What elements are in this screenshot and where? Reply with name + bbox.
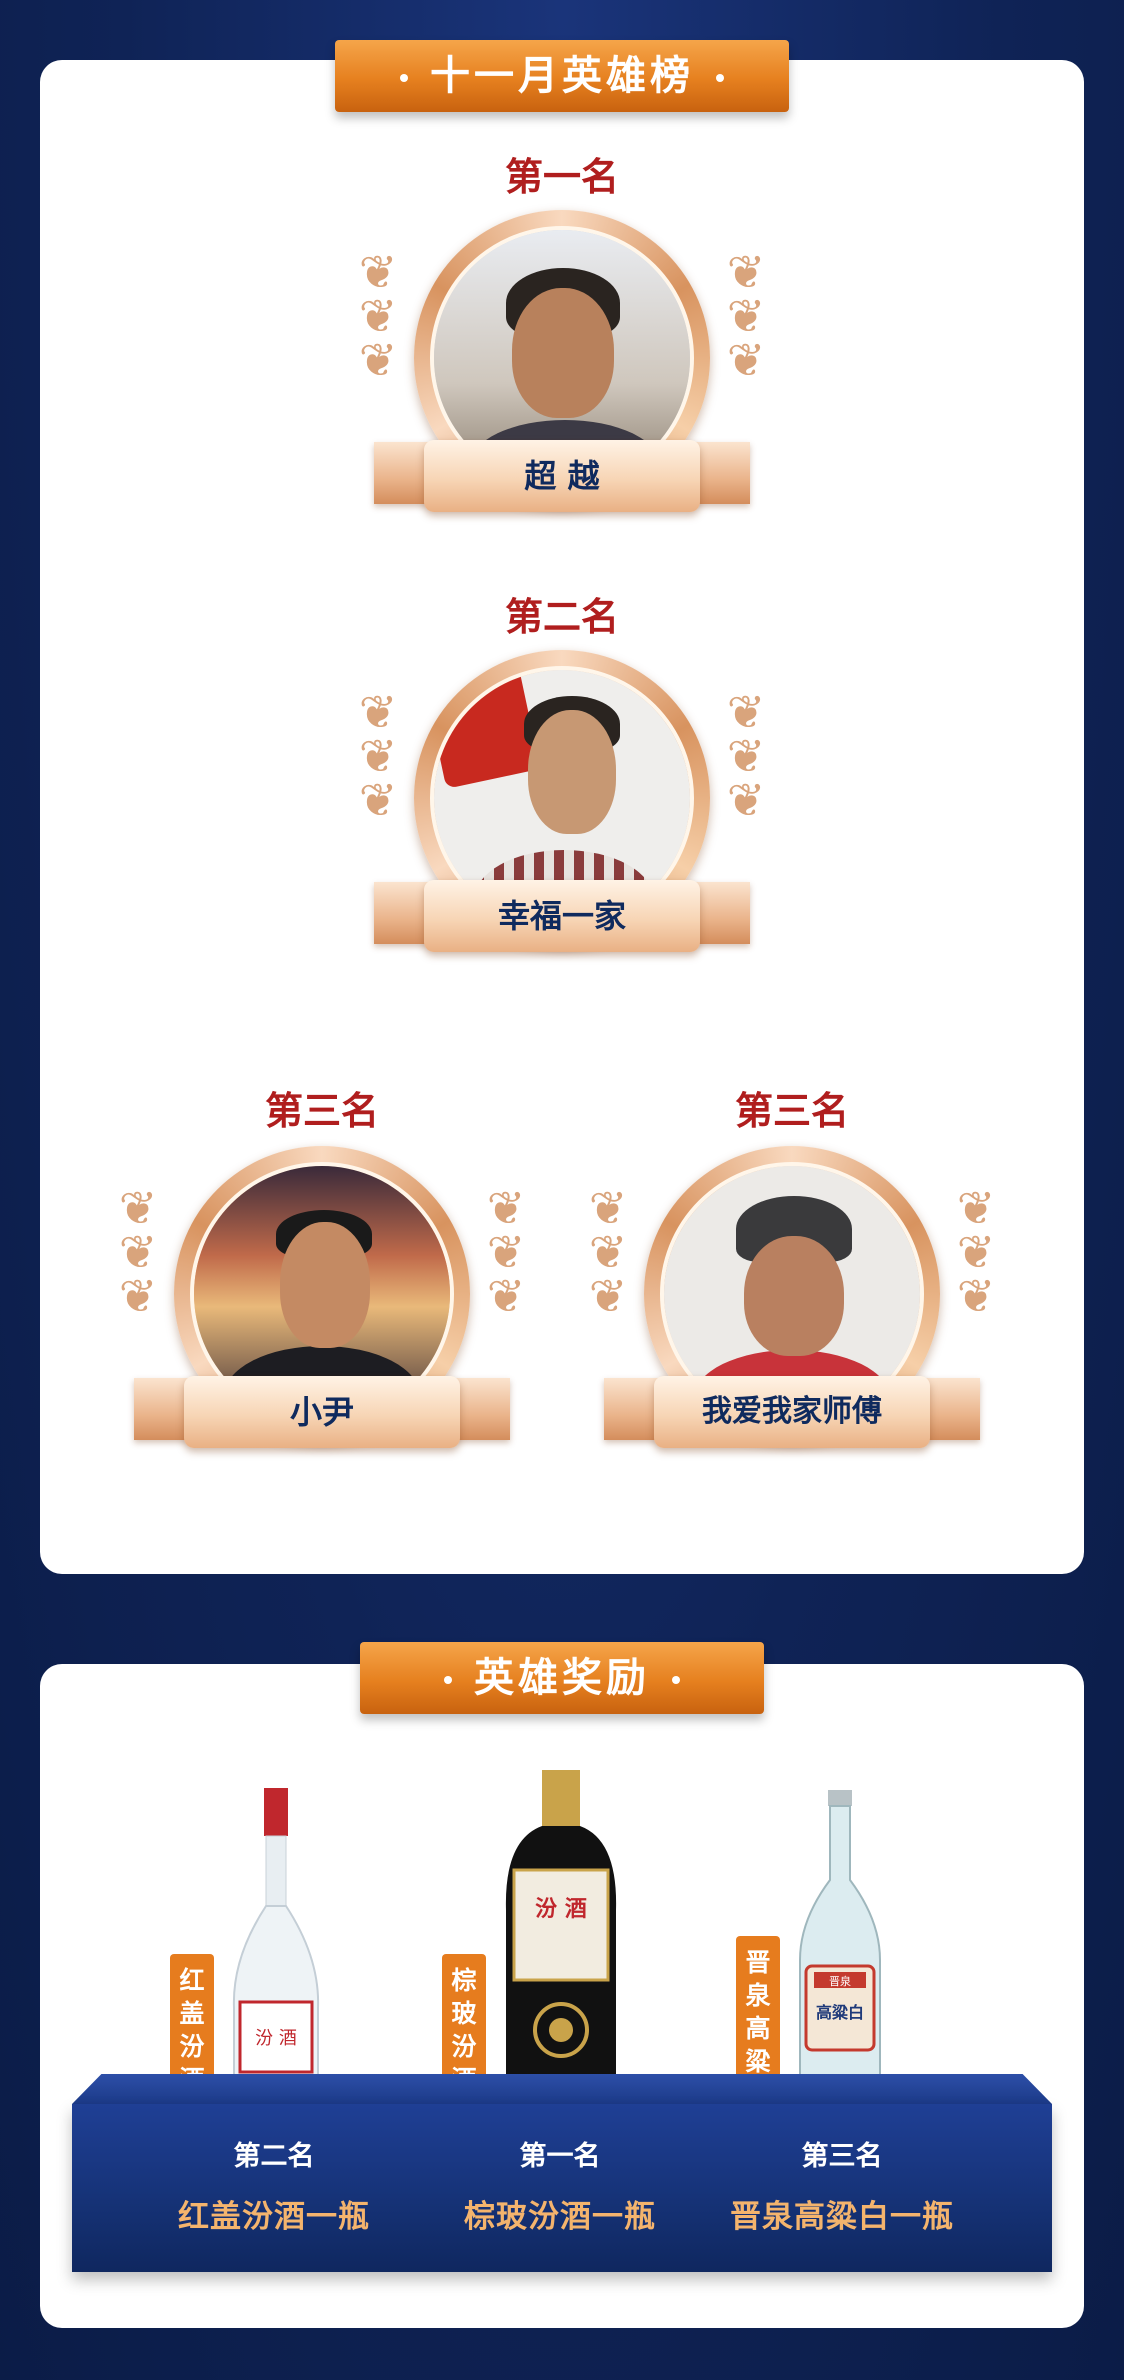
bottle-jinquan: 晋泉 高粱白 (799, 1790, 881, 2097)
prize-first: 第一名 棕玻汾酒一瓶 (410, 2134, 710, 2236)
rewards-banner: 英雄奖励 (360, 1642, 764, 1714)
laurel-icon: ❦ ❦ ❦ (358, 685, 398, 827)
medal-third-a: ❦ ❦ ❦ ❦ ❦ ❦ 小尹 (110, 1146, 534, 1456)
rewards-card: 英雄奖励 红盖汾酒 汾 酒 棕玻汾酒 汾 酒 晋泉高粱白 (40, 1642, 1084, 2328)
heroes-banner: 十一月英雄榜 (335, 40, 789, 112)
laurel-icon: ❦ ❦ ❦ (486, 1181, 526, 1323)
hero-name-third-a: 小尹 (184, 1376, 460, 1448)
laurel-icon: ❦ ❦ ❦ (726, 245, 766, 387)
hero-name-second: 幸福一家 (424, 880, 700, 952)
prize-third: 第三名 晋泉高粱白一瓶 (692, 2134, 992, 2236)
bottle-brown-glass: 汾 酒 (505, 1770, 617, 2096)
rank-title-third-b: 第三名 (734, 1089, 849, 1133)
dot-icon (444, 1676, 452, 1684)
rank-title-third-a: 第三名 (264, 1089, 379, 1133)
prize-name: 晋泉高粱白一瓶 (730, 2199, 954, 2235)
rank-title-second: 第二名 (504, 595, 619, 639)
dot-icon (400, 74, 408, 82)
podium-top (72, 2074, 1052, 2104)
prize-rank: 第三名 (801, 2141, 883, 2172)
laurel-icon: ❦ ❦ ❦ (956, 1181, 996, 1323)
laurel-icon: ❦ ❦ ❦ (358, 245, 398, 387)
prize-rank: 第二名 (233, 2141, 315, 2172)
bottle-label-text: 汾 酒 (535, 1897, 587, 1922)
prize-name: 红盖汾酒一瓶 (178, 2199, 370, 2235)
medal-second: ❦ ❦ ❦ ❦ ❦ ❦ 幸福一家 (350, 650, 774, 960)
heroes-card: 十一月英雄榜 第一名 ❦ ❦ ❦ ❦ ❦ ❦ 超 越 第二名 ❦ ❦ ❦ ❦ ❦ ❦ (40, 40, 1084, 1574)
page: 十一月英雄榜 第一名 ❦ ❦ ❦ ❦ ❦ ❦ 超 越 第二名 ❦ ❦ ❦ ❦ ❦ ❦ (0, 0, 1124, 2380)
hero-name-first: 超 越 (424, 440, 700, 512)
prize-rank: 第一名 (519, 2141, 601, 2172)
medal-first: ❦ ❦ ❦ ❦ ❦ ❦ 超 越 (350, 210, 774, 520)
dot-icon (716, 74, 724, 82)
heroes-title: 十一月英雄榜 (430, 53, 694, 99)
prize-second: 第二名 红盖汾酒一瓶 (124, 2134, 424, 2236)
prize-name: 棕玻汾酒一瓶 (464, 2199, 656, 2235)
rank-title-first: 第一名 (504, 155, 619, 199)
bottle-label-brand: 晋泉 (829, 1974, 851, 1988)
bottle-red-cap: 汾 酒 (232, 1788, 320, 2095)
hero-name-third-b: 我爱我家师傅 (654, 1376, 930, 1448)
dot-icon (672, 1676, 680, 1684)
laurel-icon: ❦ ❦ ❦ (726, 685, 766, 827)
laurel-icon: ❦ ❦ ❦ (118, 1181, 158, 1323)
rewards-title: 英雄奖励 (474, 1655, 650, 1701)
bottle-label-text: 高粱白 (816, 2003, 864, 2022)
laurel-icon: ❦ ❦ ❦ (588, 1181, 628, 1323)
bottle-label-text: 汾 酒 (255, 2028, 297, 2049)
medal-third-b: ❦ ❦ ❦ ❦ ❦ ❦ 我爱我家师傅 (580, 1146, 1004, 1456)
